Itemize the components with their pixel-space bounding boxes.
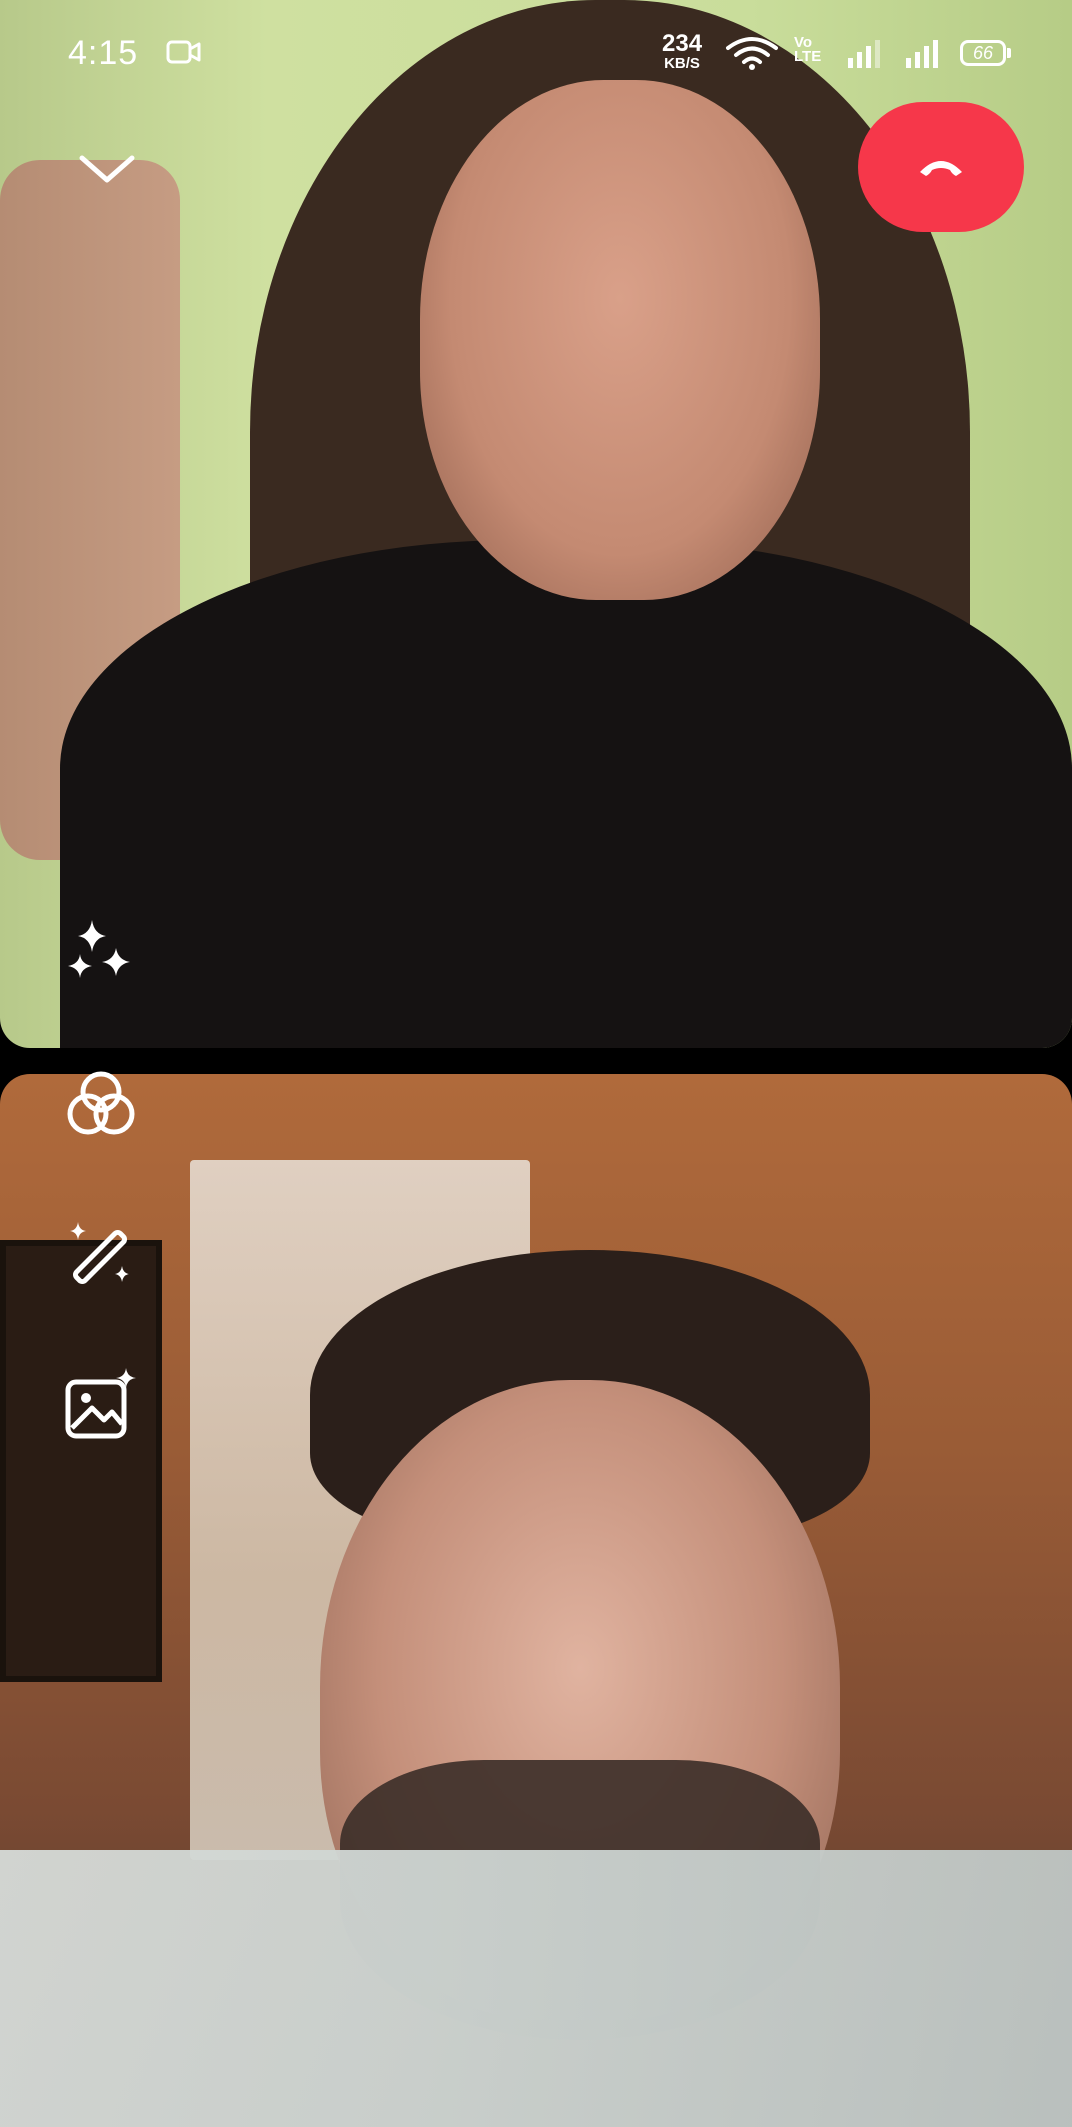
- signal-strength-icon-2: [904, 38, 944, 73]
- battery-icon: 66: [960, 40, 1006, 66]
- volte-indicator: Vo LTE: [794, 35, 822, 66]
- volte-line2: LTE: [794, 48, 822, 66]
- signal-strength-icon-1: [846, 38, 886, 73]
- image-sparkle-icon: [65, 1368, 136, 1439]
- clock: 4:15: [68, 34, 139, 72]
- local-video-feed[interactable]: [0, 1074, 1072, 2127]
- phone-hangup-icon: [920, 161, 962, 176]
- remote-person-face: [420, 80, 820, 600]
- minimize-call-button[interactable]: [72, 140, 142, 200]
- local-person-shirt: [0, 1850, 1072, 2127]
- video-call-screen: 4:15 234 KB/S Vo LTE 66: [0, 0, 1072, 2127]
- battery-level: 66: [972, 43, 994, 63]
- background-button[interactable]: [64, 1368, 138, 1442]
- network-speed-unit: KB/S: [664, 55, 700, 72]
- effects-button[interactable]: [64, 918, 138, 992]
- local-video-scene: [0, 1074, 1072, 2127]
- sparkles-icon: [68, 920, 130, 978]
- end-call-button[interactable]: [858, 102, 1024, 232]
- status-bar: 4:15 234 KB/S Vo LTE 66: [0, 0, 1072, 110]
- touch-up-button[interactable]: [64, 1218, 138, 1292]
- remote-person-dress: [60, 540, 1072, 1048]
- filters-button[interactable]: [64, 1068, 138, 1142]
- magic-wand-icon: [70, 1222, 129, 1285]
- network-speed: 234 KB/S: [662, 30, 703, 72]
- network-speed-value: 234: [662, 30, 703, 57]
- chevron-down-icon: [79, 155, 135, 183]
- wall-frame: [0, 1240, 162, 1682]
- overlapping-circles-icon: [67, 1071, 135, 1135]
- video-camera-icon: [166, 38, 202, 71]
- wifi-icon: [724, 36, 780, 75]
- battery-tip: [1007, 48, 1011, 58]
